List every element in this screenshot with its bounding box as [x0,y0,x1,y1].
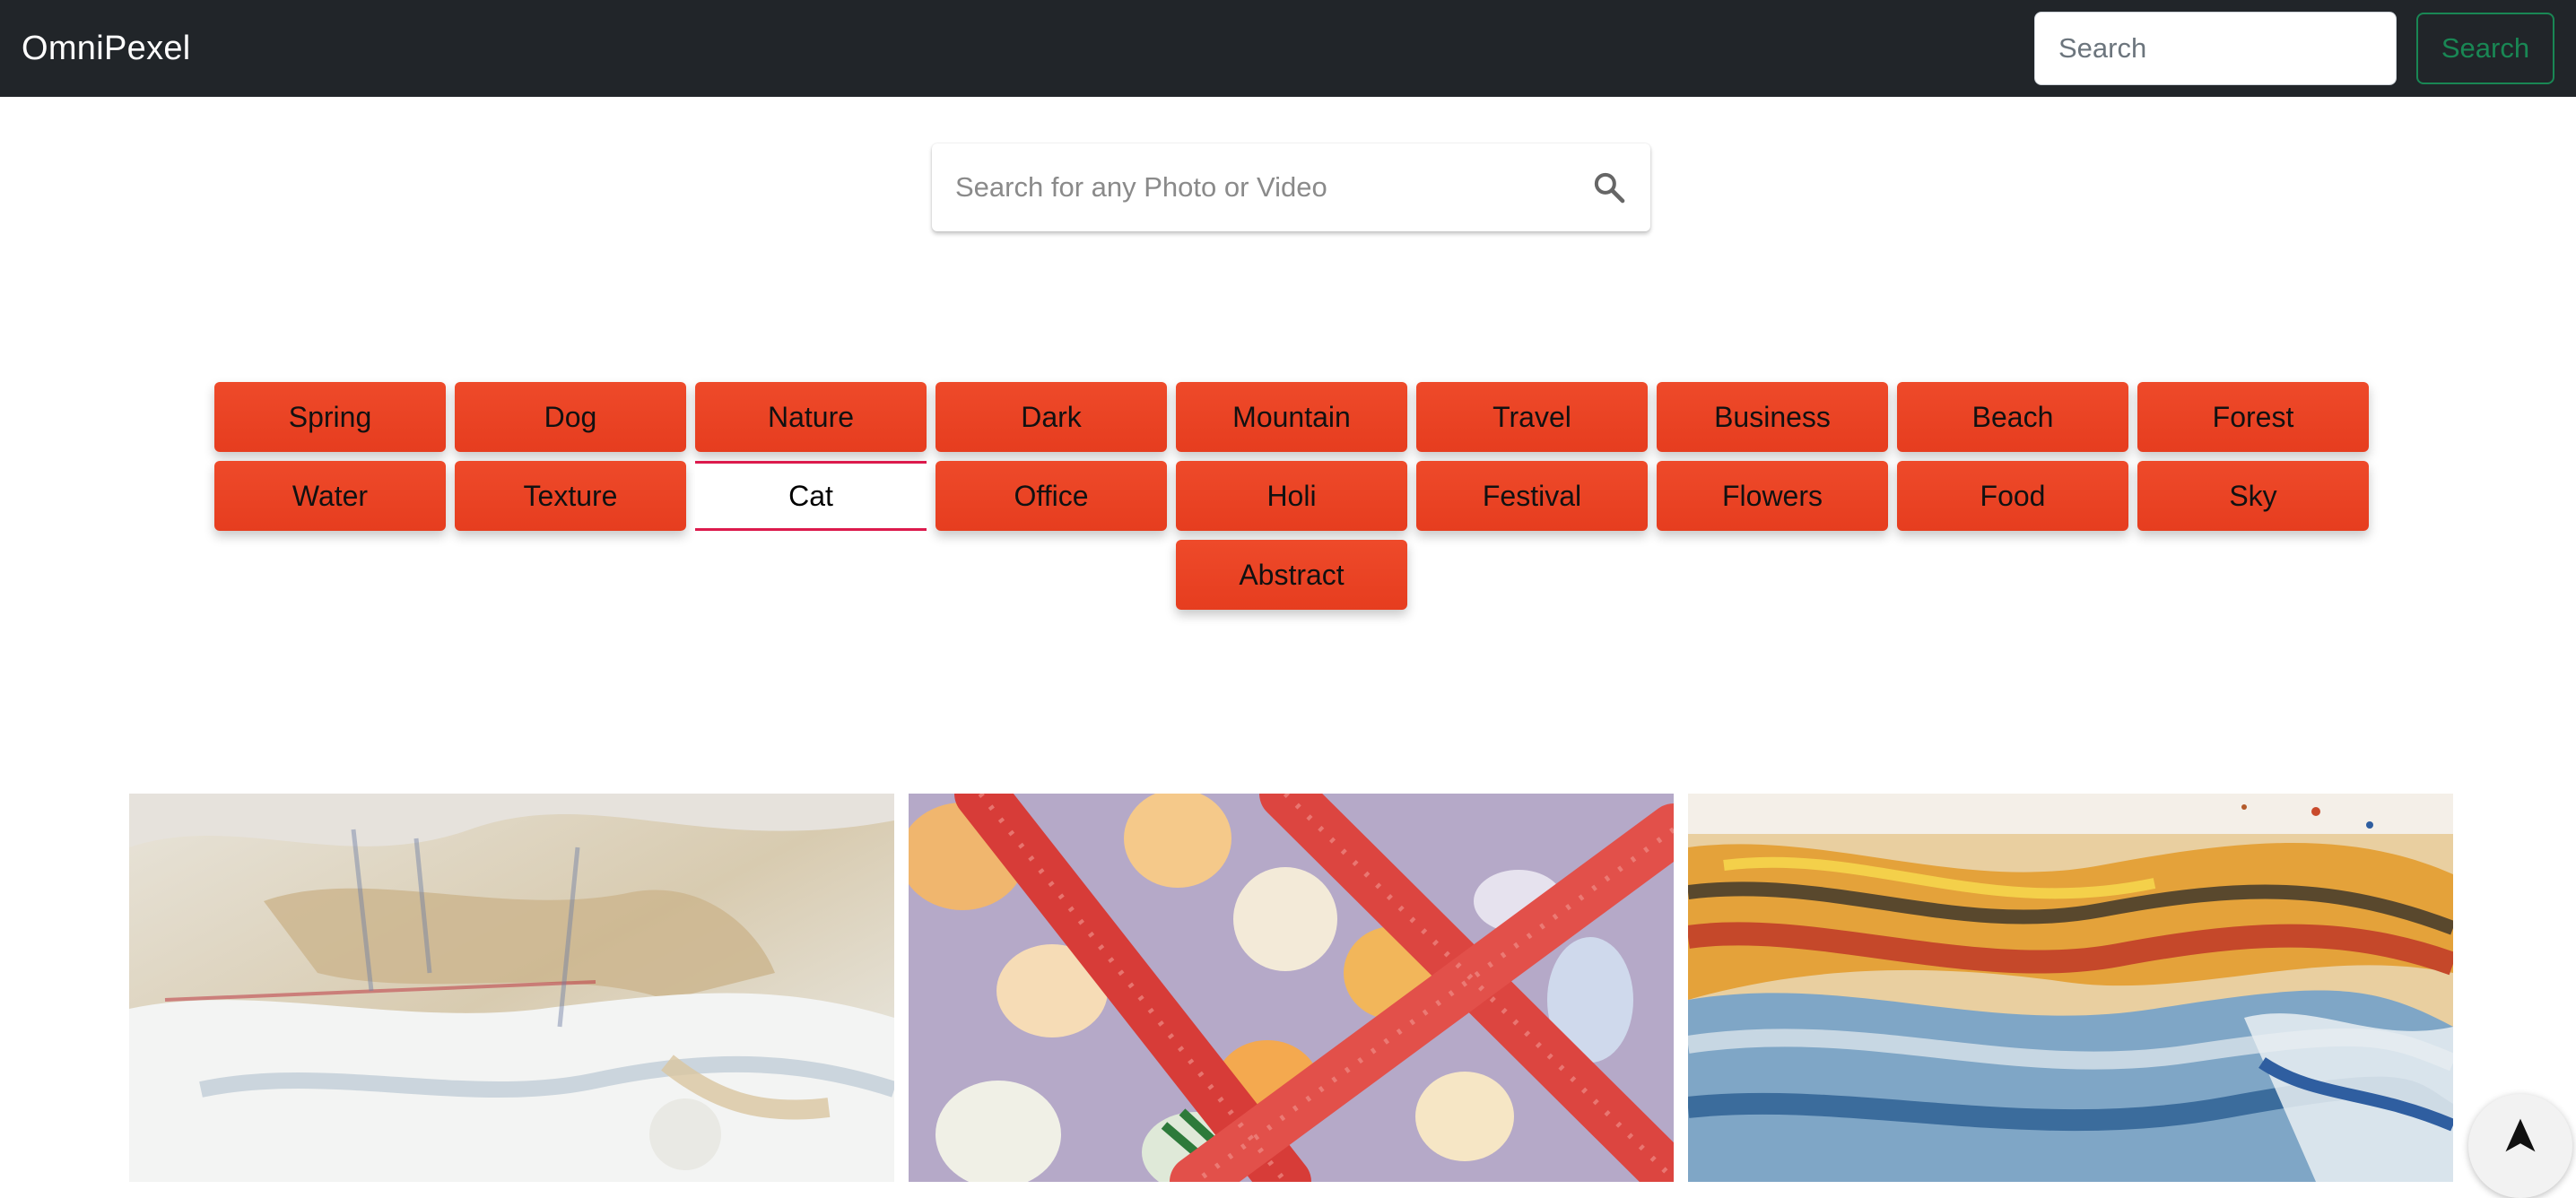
category-button-holi[interactable]: Holi [1176,461,1407,531]
photo-card[interactable] [1688,794,2453,1182]
category-button-dark[interactable]: Dark [936,382,1167,452]
fluid-art-image [1688,794,2453,1182]
category-button-water[interactable]: Water [214,461,446,531]
back-to-top-button[interactable] [2468,1094,2572,1198]
category-button-beach[interactable]: Beach [1897,382,2128,452]
navbar-search-button[interactable]: Search [2416,13,2554,84]
category-button-dog[interactable]: Dog [455,382,686,452]
main-search-box [932,143,1650,231]
photo-gallery [129,794,2453,1182]
photo-card[interactable] [129,794,894,1182]
category-button-sky[interactable]: Sky [2137,461,2369,531]
navigation-arrow-icon [2501,1116,2540,1159]
category-button-texture[interactable]: Texture [455,461,686,531]
brand-logo[interactable]: OmniPexel [22,30,191,68]
category-button-office[interactable]: Office [936,461,1167,531]
search-icon[interactable] [1589,168,1629,207]
category-button-flowers[interactable]: Flowers [1657,461,1888,531]
category-grid: Spring Dog Nature Dark Mountain Travel Busines… [214,382,2369,610]
category-button-festival[interactable]: Festival [1416,461,1648,531]
navbar-search-form: Search [2034,12,2554,85]
category-button-nature[interactable]: Nature [695,382,927,452]
category-button-cat[interactable]: Cat [695,461,927,531]
candy-image [909,794,1674,1182]
category-button-mountain[interactable]: Mountain [1176,382,1407,452]
category-button-food[interactable]: Food [1897,461,2128,531]
category-button-business[interactable]: Business [1657,382,1888,452]
navbar: OmniPexel Search [0,0,2576,97]
category-button-travel[interactable]: Travel [1416,382,1648,452]
main-search-input[interactable] [955,171,1589,204]
abstract-paint-texture-image [129,794,894,1182]
photo-card[interactable] [909,794,1674,1182]
category-button-spring[interactable]: Spring [214,382,446,452]
navbar-search-input[interactable] [2034,12,2397,85]
category-button-abstract[interactable]: Abstract [1176,540,1407,610]
category-button-forest[interactable]: Forest [2137,382,2369,452]
